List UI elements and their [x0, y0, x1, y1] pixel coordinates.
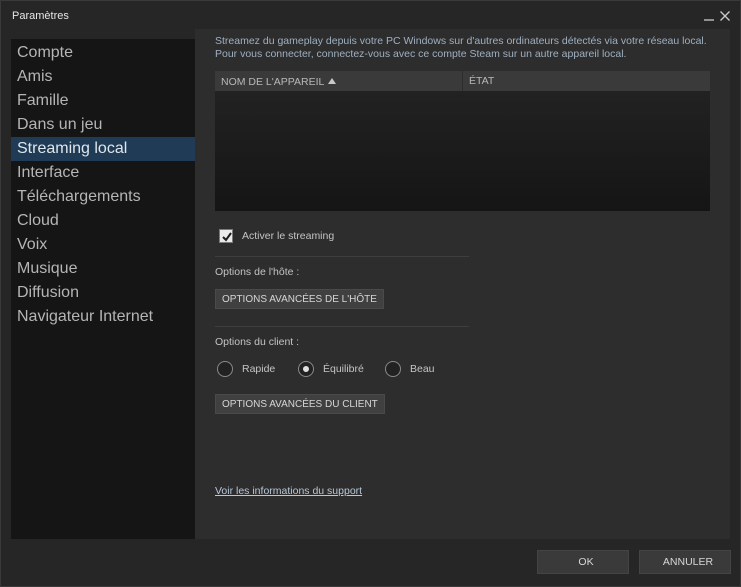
- radio-rapide-label: Rapide: [242, 363, 276, 375]
- client-advanced-options-button[interactable]: OPTIONS AVANCÉES DU CLIENT: [215, 394, 385, 414]
- sidebar-item-telechargements[interactable]: Téléchargements: [11, 185, 195, 209]
- close-icon: [720, 11, 730, 21]
- window-title: Paramètres: [12, 10, 69, 22]
- device-table[interactable]: NOM DE L'APPAREIL ÉTAT: [215, 71, 710, 211]
- sidebar-item-interface[interactable]: Interface: [11, 161, 195, 185]
- streaming-description: Streamez du gameplay depuis votre PC Win…: [215, 35, 707, 60]
- ok-button[interactable]: OK: [537, 550, 629, 574]
- minimize-button[interactable]: [703, 7, 717, 23]
- divider: [215, 326, 469, 327]
- cancel-button[interactable]: ANNULER: [639, 550, 731, 574]
- checkmark-icon: [222, 232, 232, 242]
- column-header-state[interactable]: ÉTAT: [462, 71, 710, 91]
- sidebar-item-dans-un-jeu[interactable]: Dans un jeu: [11, 113, 195, 137]
- table-header: NOM DE L'APPAREIL ÉTAT: [215, 71, 710, 91]
- sidebar-item-famille[interactable]: Famille: [11, 89, 195, 113]
- column-header-device-name-label: NOM DE L'APPAREIL: [221, 76, 325, 88]
- sidebar-item-voix[interactable]: Voix: [11, 233, 195, 257]
- column-header-device-name[interactable]: NOM DE L'APPAREIL: [215, 71, 462, 91]
- radio-equilibre-label: Équilibré: [323, 363, 364, 375]
- close-button[interactable]: [719, 7, 733, 23]
- divider: [215, 256, 469, 257]
- sidebar-item-amis[interactable]: Amis: [11, 65, 195, 89]
- sort-ascending-icon: [328, 71, 337, 91]
- host-advanced-options-button[interactable]: OPTIONS AVANCÉES DE L'HÔTE: [215, 289, 384, 309]
- settings-window: Paramètres Compte Amis Famille Dans un j…: [0, 0, 741, 587]
- support-info-link[interactable]: Voir les informations du support: [215, 485, 362, 497]
- client-options-label: Options du client :: [215, 336, 300, 348]
- radio-rapide-circle[interactable]: [217, 361, 233, 377]
- radio-equilibre-circle[interactable]: [298, 361, 314, 377]
- sidebar-item-navigateur-internet[interactable]: Navigateur Internet: [11, 305, 195, 329]
- settings-sidebar: Compte Amis Famille Dans un jeu Streamin…: [11, 39, 195, 539]
- enable-streaming-label: Activer le streaming: [242, 230, 335, 242]
- sidebar-item-compte[interactable]: Compte: [11, 41, 195, 65]
- sidebar-item-cloud[interactable]: Cloud: [11, 209, 195, 233]
- sidebar-item-musique[interactable]: Musique: [11, 257, 195, 281]
- enable-streaming-checkbox[interactable]: [219, 229, 233, 243]
- radio-beau-label: Beau: [410, 363, 435, 375]
- radio-beau-circle[interactable]: [385, 361, 401, 377]
- settings-content: Streamez du gameplay depuis votre PC Win…: [195, 29, 730, 539]
- minimize-icon: [704, 19, 714, 21]
- host-options-label: Options de l'hôte :: [215, 266, 300, 278]
- sidebar-item-diffusion[interactable]: Diffusion: [11, 281, 195, 305]
- sidebar-item-streaming-local[interactable]: Streaming local: [11, 137, 195, 161]
